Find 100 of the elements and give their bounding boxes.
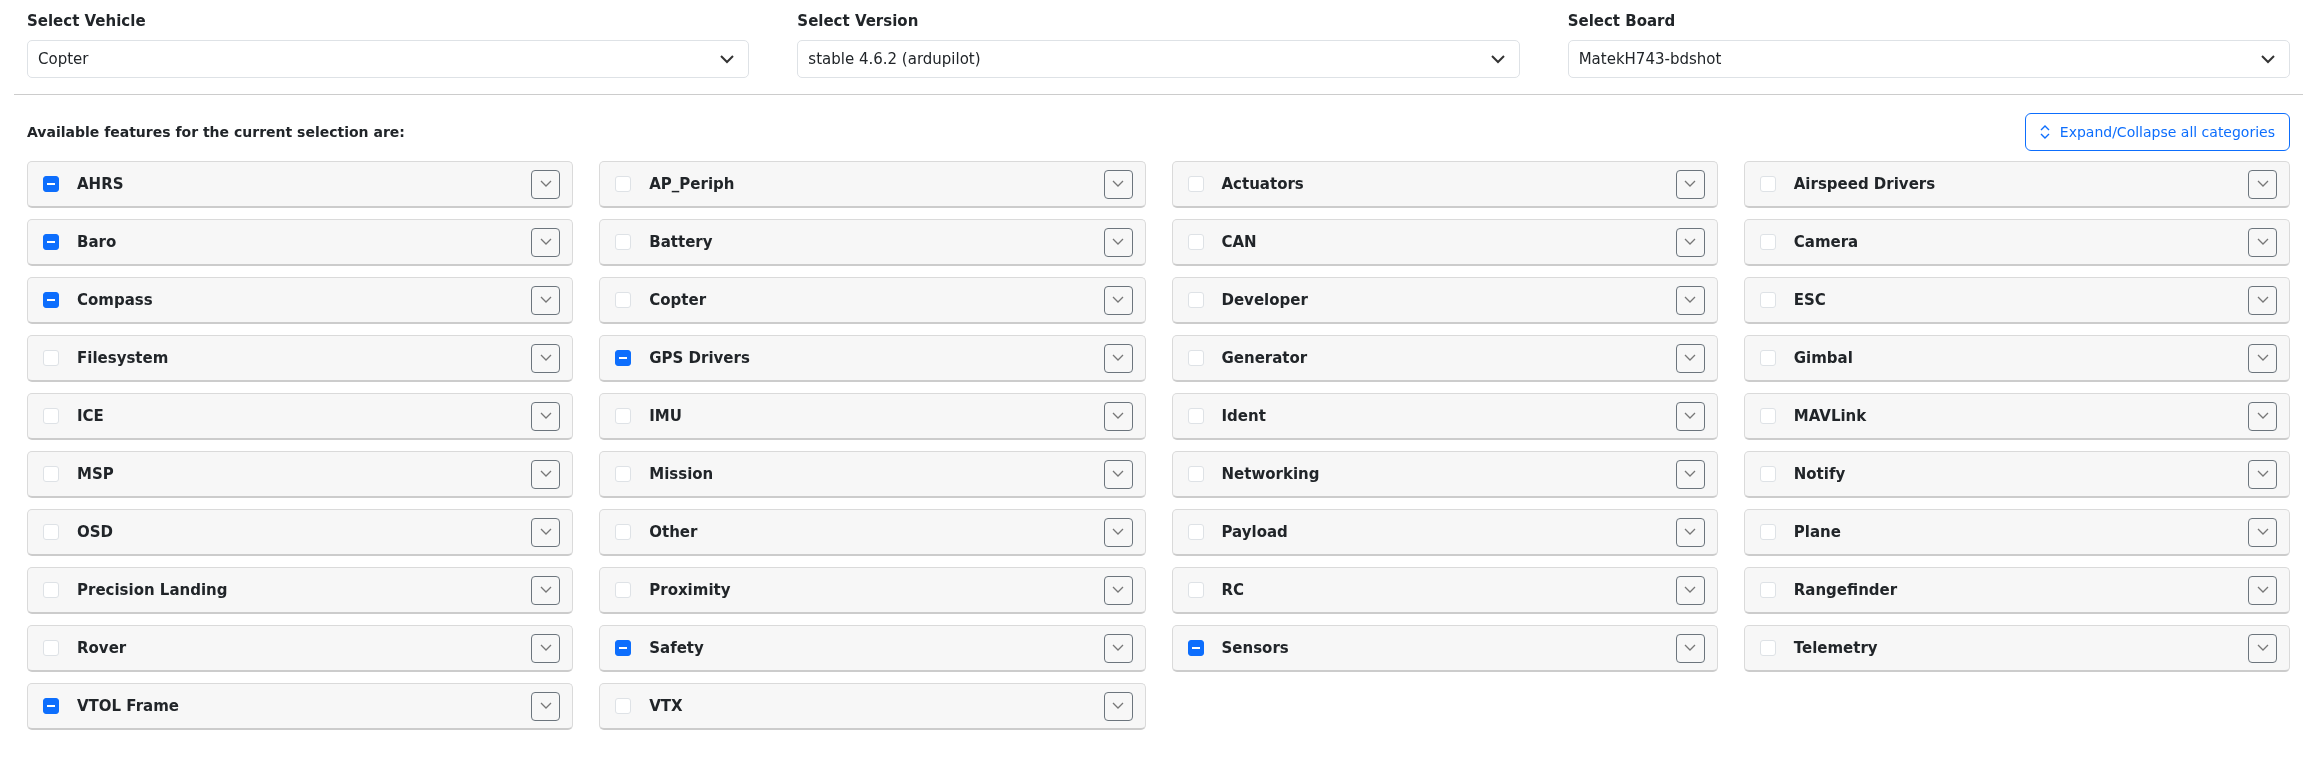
chevron-down-icon — [1112, 528, 1124, 536]
expand-toggle[interactable] — [1103, 691, 1133, 721]
category-name: Telemetry — [1793, 639, 1879, 657]
features-heading: Available features for the current selection are: — [27, 124, 405, 140]
category-name: Battery — [649, 233, 714, 251]
select-dropdown[interactable]: Copter — [27, 40, 750, 78]
category-name: CAN — [1221, 233, 1258, 251]
chevron-down-icon — [1684, 296, 1697, 304]
expand-toggle[interactable] — [1103, 633, 1133, 663]
expand-toggle[interactable] — [2248, 343, 2277, 373]
category-name: Generator — [1221, 349, 1309, 367]
category-name: Actuators — [1221, 175, 1305, 193]
expand-toggle[interactable] — [1103, 285, 1133, 315]
expand-collapse-button[interactable]: Expand/Collapse all categories — [2024, 113, 2290, 151]
chevron-down-icon — [1112, 644, 1124, 652]
chevron-down-icon — [1684, 180, 1697, 188]
chevron-down-icon — [1684, 586, 1697, 594]
expand-toggle[interactable] — [531, 343, 561, 373]
expand-toggle[interactable] — [531, 285, 561, 315]
expand-toggle[interactable] — [2248, 227, 2277, 257]
expand-toggle[interactable] — [2248, 169, 2277, 199]
expand-toggle[interactable] — [2248, 575, 2277, 605]
category-checkbox[interactable] — [1187, 640, 1204, 656]
select-dropdown[interactable]: stable 4.6.2 (ardupilot) — [797, 40, 1520, 78]
expand-toggle[interactable] — [531, 633, 561, 663]
expand-toggle[interactable] — [531, 401, 561, 431]
expand-toggle[interactable] — [2248, 401, 2277, 431]
expand-toggle[interactable] — [1675, 285, 1705, 315]
expand-toggle[interactable] — [1103, 227, 1133, 257]
category-name: IMU — [649, 407, 683, 425]
expand-toggle[interactable] — [1103, 459, 1133, 489]
expand-toggle[interactable] — [531, 575, 561, 605]
category-name: Rover — [77, 639, 128, 657]
expand-toggle[interactable] — [531, 691, 561, 721]
category-name: VTX — [649, 697, 684, 715]
chevron-down-icon — [1684, 238, 1697, 246]
expand-toggle[interactable] — [1675, 459, 1705, 489]
chevron-down-icon — [1684, 644, 1697, 652]
chevron-down-icon — [1684, 354, 1697, 362]
expand-toggle[interactable] — [1103, 401, 1133, 431]
chevron-down-icon — [1112, 180, 1124, 188]
expand-toggle[interactable] — [1675, 517, 1705, 547]
category-name: Plane — [1793, 523, 1842, 541]
chevron-down-icon — [2261, 54, 2275, 64]
category-name: Camera — [1793, 233, 1860, 251]
expand-toggle[interactable] — [1103, 169, 1133, 199]
expand-toggle[interactable] — [1103, 517, 1133, 547]
expand-toggle[interactable] — [2248, 459, 2277, 489]
category-name: VTOL Frame — [77, 697, 180, 715]
chevron-down-icon — [2256, 528, 2269, 536]
select-label: Select Board — [1567, 12, 1677, 30]
expand-toggle[interactable] — [1675, 633, 1705, 663]
expand-toggle[interactable] — [2248, 285, 2277, 315]
category-name: Baro — [77, 233, 118, 251]
chevron-down-icon — [539, 702, 552, 710]
category-checkbox[interactable] — [43, 698, 59, 714]
category-checkbox[interactable] — [43, 234, 59, 250]
chevron-down-icon — [539, 528, 552, 536]
category-name: Airspeed Drivers — [1793, 175, 1937, 193]
category-name: MAVLink — [1793, 407, 1868, 425]
chevron-down-icon — [1684, 412, 1697, 420]
select-label: Select Vehicle — [27, 12, 147, 30]
category-name: Other — [649, 523, 699, 541]
category-name: RC — [1221, 581, 1246, 599]
category-name: Gimbal — [1793, 349, 1854, 367]
expand-toggle[interactable] — [1103, 343, 1133, 373]
chevron-down-icon — [1112, 412, 1124, 420]
chevron-down-icon — [2256, 354, 2269, 362]
expand-toggle[interactable] — [1675, 169, 1705, 199]
category-checkbox[interactable] — [615, 350, 632, 366]
category-checkbox[interactable] — [43, 292, 59, 308]
expand-toggle[interactable] — [531, 517, 561, 547]
category-checkbox[interactable] — [615, 640, 632, 656]
category-name: Proximity — [649, 581, 732, 599]
expand-toggle[interactable] — [531, 459, 561, 489]
expand-toggle[interactable] — [531, 227, 561, 257]
chevron-down-icon — [1112, 586, 1124, 594]
chevron-down-icon — [1490, 54, 1505, 64]
category-name: AHRS — [77, 175, 125, 193]
category-name: OSD — [77, 523, 114, 541]
expand-toggle[interactable] — [1675, 575, 1705, 605]
chevron-down-icon — [539, 238, 552, 246]
chevron-down-icon — [539, 180, 552, 188]
expand-toggle[interactable] — [1675, 343, 1705, 373]
category-name: GPS Drivers — [649, 349, 751, 367]
expand-toggle[interactable] — [531, 169, 561, 199]
category-checkbox[interactable] — [43, 176, 59, 192]
expand-toggle[interactable] — [1675, 227, 1705, 257]
chevron-down-icon — [2256, 412, 2269, 420]
category-name: Compass — [77, 291, 154, 309]
expand-toggle[interactable] — [2248, 517, 2277, 547]
select-label: Select Version — [797, 12, 920, 30]
expand-toggle[interactable] — [2248, 633, 2277, 663]
select-dropdown[interactable]: MatekH743-bdshot — [1567, 40, 2290, 78]
category-name: Sensors — [1221, 639, 1290, 657]
expand-toggle[interactable] — [1103, 575, 1133, 605]
chevron-down-icon — [1112, 296, 1124, 304]
chevron-down-icon — [2256, 644, 2269, 652]
chevron-down-icon — [539, 470, 552, 478]
expand-toggle[interactable] — [1675, 401, 1705, 431]
